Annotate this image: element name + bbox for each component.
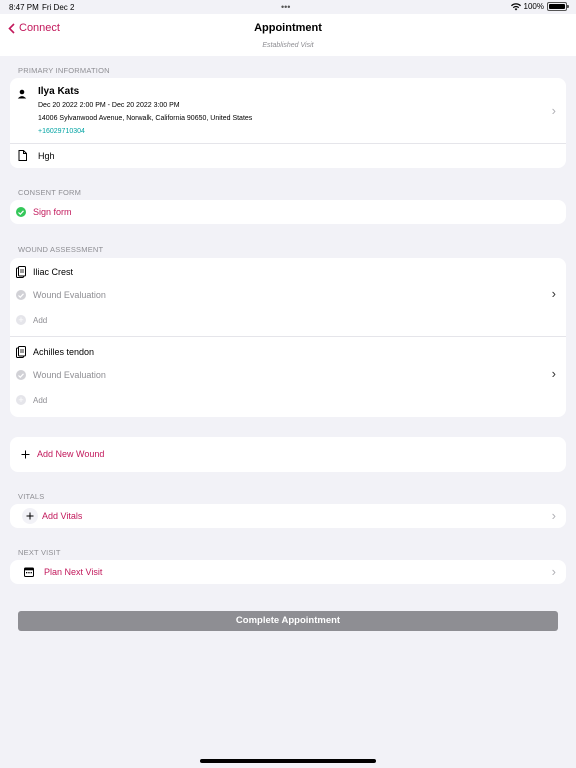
multitasking-dots-icon[interactable]: ••• (281, 2, 290, 12)
plus-icon: + (16, 395, 26, 405)
add-new-wound-button[interactable]: Add New Wound (10, 437, 566, 472)
battery-icon (547, 2, 569, 11)
section-primary-information: PRIMARY INFORMATION (18, 66, 110, 75)
calendar-icon (24, 567, 34, 577)
patient-row[interactable]: Ilya Kats Dec 20 2022 2:00 PM - Dec 20 2… (10, 78, 566, 144)
plus-icon (22, 508, 38, 524)
wifi-icon (510, 2, 521, 10)
section-vitals: VITALS (18, 492, 45, 501)
chevron-right-icon: › (551, 286, 556, 301)
wound-evaluation-row[interactable]: Wound Evaluation › (10, 365, 566, 387)
plus-icon (21, 450, 30, 459)
status-time: 8:47 PM (9, 3, 39, 12)
status-bar: 8:47 PM Fri Dec 2 ••• 100% (0, 0, 576, 14)
wound-evaluation-label: Wound Evaluation (33, 370, 106, 380)
clipboard-icon (16, 266, 26, 278)
status-date: Fri Dec 2 (42, 3, 75, 12)
check-circle-icon (16, 370, 26, 380)
note-text: Hgh (38, 151, 55, 161)
chevron-right-icon: › (551, 103, 556, 118)
appointment-datetime: Dec 20 2022 2:00 PM - Dec 20 2022 3:00 P… (38, 102, 180, 109)
wound-card: Iliac Crest Wound Evaluation › + Add Ach… (10, 258, 566, 417)
complete-appointment-button[interactable]: Complete Appointment (18, 611, 558, 631)
sign-form-label: Sign form (33, 207, 72, 217)
wound-add-row[interactable]: + Add (10, 390, 210, 410)
wound-name: Achilles tendon (33, 347, 95, 357)
wound-add-label: Add (33, 316, 48, 325)
plus-icon: + (16, 315, 26, 325)
check-circle-icon (16, 207, 26, 217)
document-icon (18, 150, 27, 161)
person-icon (17, 89, 27, 99)
wound-evaluation-label: Wound Evaluation (33, 290, 106, 300)
navigation-bar: Connect Appointment Established Visit (0, 14, 576, 56)
page-title: Appointment (254, 22, 322, 34)
patient-phone[interactable]: +16029710304 (38, 128, 85, 135)
check-circle-icon (16, 290, 26, 300)
wound-name: Iliac Crest (33, 267, 74, 277)
page-subtitle: Established Visit (262, 42, 314, 49)
chevron-right-icon: › (551, 508, 556, 523)
plan-next-visit-label: Plan Next Visit (44, 567, 103, 577)
section-next-visit: NEXT VISIT (18, 548, 61, 557)
divider (10, 336, 566, 337)
section-wound-assessment: WOUND ASSESSMENT (18, 245, 104, 254)
sign-form-row[interactable]: Sign form (10, 200, 566, 224)
add-vitals-label: Add Vitals (42, 511, 83, 521)
wound-evaluation-row[interactable]: Wound Evaluation › (10, 285, 566, 307)
plan-next-visit-row[interactable]: Plan Next Visit › (10, 560, 566, 584)
clipboard-icon (16, 346, 26, 358)
add-vitals-row[interactable]: Add Vitals › (10, 504, 566, 528)
battery-percent: 100% (523, 2, 544, 11)
chevron-right-icon: › (551, 366, 556, 381)
note-row[interactable]: Hgh (10, 144, 566, 168)
section-consent-form: CONSENT FORM (18, 188, 82, 197)
wound-add-label: Add (33, 396, 48, 405)
chevron-right-icon: › (551, 564, 556, 579)
patient-name: Ilya Kats (38, 86, 80, 97)
status-right: 100% (510, 2, 569, 11)
wound-add-row[interactable]: + Add (10, 310, 210, 330)
home-indicator (200, 759, 376, 763)
primary-info-card: Ilya Kats Dec 20 2022 2:00 PM - Dec 20 2… (10, 78, 566, 168)
patient-address: 14006 Sylvanwood Avenue, Norwalk, Califo… (38, 115, 253, 122)
add-new-wound-label: Add New Wound (37, 449, 105, 459)
